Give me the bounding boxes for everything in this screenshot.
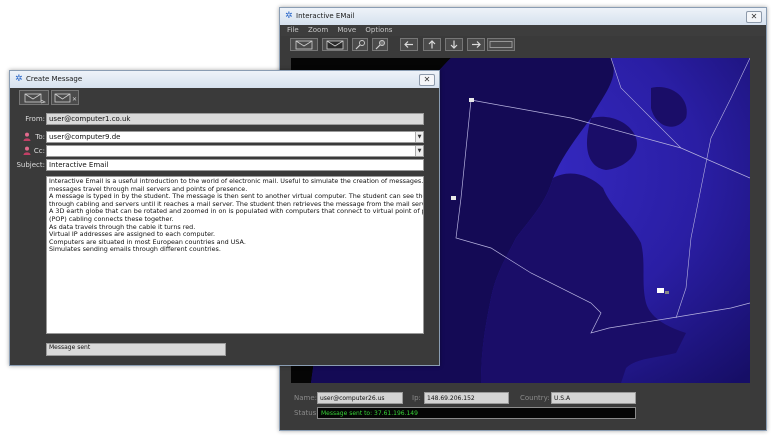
computer-node[interactable]	[451, 196, 456, 200]
arrow-down-button[interactable]	[445, 38, 463, 51]
arrow-left-button[interactable]	[400, 38, 418, 51]
to-field[interactable]: user@computer9.de ▼	[46, 131, 424, 143]
svg-text:✕: ✕	[72, 96, 77, 103]
close-button[interactable]: ✕	[746, 11, 762, 23]
search-button[interactable]	[352, 38, 368, 51]
computer-node[interactable]	[469, 98, 474, 102]
status-field: Message sent to: 37.61.196.149	[317, 407, 636, 419]
mail-button[interactable]	[322, 38, 348, 51]
chevron-down-icon[interactable]: ▼	[415, 146, 423, 156]
search-icon	[355, 40, 365, 50]
cc-label: Cc:	[33, 147, 45, 155]
main-titlebar[interactable]: ✲ Interactive EMail ✕	[280, 8, 766, 25]
person-icon	[23, 132, 31, 141]
close-button[interactable]: ✕	[419, 74, 435, 86]
blank-button[interactable]	[487, 38, 515, 51]
app-icon: ✲	[285, 11, 293, 21]
delete-mail-button[interactable]: ✕	[51, 90, 79, 105]
app-icon: ✲	[15, 74, 23, 84]
status-label: Status:	[294, 409, 319, 417]
blank-button-icon	[489, 41, 513, 48]
mail-icon	[326, 40, 344, 50]
to-label: To:	[35, 133, 45, 141]
person-icon	[23, 146, 31, 155]
create-titlebar[interactable]: ✲ Create Message ✕	[10, 71, 439, 88]
country-field: U.S.A	[551, 392, 636, 404]
computer-node[interactable]	[665, 291, 669, 294]
ip-label: Ip:	[412, 394, 421, 402]
arrow-up-icon	[428, 40, 436, 49]
menu-move[interactable]: Move	[337, 26, 356, 34]
name-label: Name:	[294, 394, 318, 402]
subject-label: Subject:	[16, 161, 45, 169]
send-mail-icon	[24, 93, 47, 104]
subject-field[interactable]: Interactive Email	[46, 159, 424, 171]
arrow-down-icon	[450, 40, 458, 49]
from-label: From:	[25, 115, 45, 123]
main-window-title: Interactive EMail	[296, 12, 355, 20]
name-field: user@computer26.us	[317, 392, 403, 404]
chevron-down-icon[interactable]: ▼	[415, 132, 423, 142]
send-mail-button[interactable]	[19, 90, 49, 105]
arrow-right-icon	[472, 41, 481, 48]
zoom-icon	[375, 40, 385, 50]
create-window-title: Create Message	[26, 75, 83, 83]
arrow-left-icon	[404, 41, 413, 48]
arrow-up-button[interactable]	[423, 38, 441, 51]
from-field: user@computer1.co.uk	[46, 113, 424, 125]
menu-file[interactable]: File	[287, 26, 299, 34]
message-body[interactable]: Interactive Email is a useful introducti…	[46, 176, 424, 334]
delete-mail-icon: ✕	[54, 93, 77, 103]
message-status: Message sent	[46, 343, 226, 356]
arrow-right-button[interactable]	[467, 38, 485, 51]
compose-mail-icon	[295, 40, 313, 50]
ip-field: 148.69.206.152	[424, 392, 509, 404]
create-message-window: ✲ Create Message ✕ ✕ From: user@computer…	[9, 70, 440, 366]
computer-node[interactable]	[657, 288, 664, 293]
menu-zoom[interactable]: Zoom	[308, 26, 328, 34]
menu-options[interactable]: Options	[365, 26, 392, 34]
zoom-button[interactable]	[372, 38, 388, 51]
compose-mail-button[interactable]	[290, 38, 318, 51]
country-label: Country:	[520, 394, 550, 402]
body-line: Simulates sending emails through differe…	[49, 245, 221, 254]
cc-field[interactable]: ▼	[46, 145, 424, 157]
to-value: user@computer9.de	[49, 133, 121, 141]
main-menubar: File Zoom Move Options	[281, 25, 765, 36]
